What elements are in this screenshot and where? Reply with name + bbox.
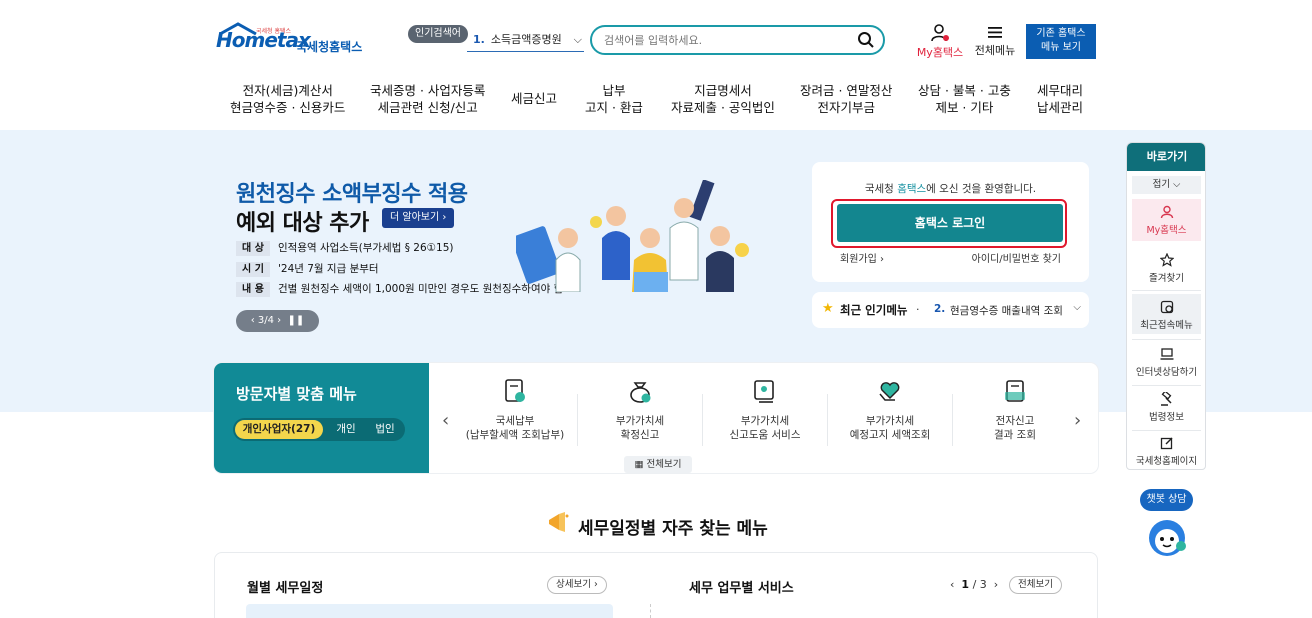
banner-row-content: 내 용 건별 원천징수 세액이 1,000원 미만인 경우도 원천징수하여야 함 [236, 281, 563, 297]
vat-heart-icon [879, 382, 900, 401]
business-view-all-button[interactable]: 전체보기 [1009, 576, 1062, 594]
search-box [590, 25, 885, 55]
chatbot-mascot-icon[interactable] [1145, 516, 1189, 558]
visitor-menu-title: 방문자별 맞춤 메뉴 [236, 385, 357, 403]
visitor-tabs: 개인사업자(27) 개인 법인 [233, 418, 405, 441]
all-menu-label: 전체메뉴 [974, 44, 1016, 57]
user-icon [1160, 205, 1173, 219]
visitor-item-efiling-result[interactable]: 전자신고 결과 조회 [953, 378, 1077, 442]
quick-internet-consult[interactable]: 인터넷상담하기 [1132, 347, 1201, 379]
visitor-item-vat-estimate[interactable]: 부가가치세 예정고지 세액조회 [828, 378, 952, 442]
quick-recent-menu[interactable]: 최근접속메뉴 [1132, 294, 1201, 334]
tax-payment-icon [505, 379, 525, 402]
quick-my-hometax[interactable]: My홈택스 [1132, 199, 1201, 241]
gnb-item-certificate[interactable]: 국세증명 · 사업자등록 세금관련 신청/신고 [370, 82, 485, 116]
popular-rank: 1. [473, 33, 485, 46]
my-hometax-link[interactable]: My홈택스 [914, 24, 966, 60]
visitor-menu-header: 방문자별 맞춤 메뉴 개인사업자(27) 개인 법인 [214, 363, 429, 473]
gnb-item-payment[interactable]: 납부 고지 · 환급 [585, 82, 643, 116]
business-service-pager[interactable]: ‹ 1 / 3 › [950, 578, 998, 591]
banner-page-indicator: 3/4 [257, 315, 274, 326]
vat-help-icon [754, 380, 774, 403]
header: 국세청 홈택스 Hometax 국세청홈택스 인기검색어 1. 소득금액증명원 ⌵… [0, 0, 1312, 130]
signup-link[interactable]: 회원가입 › [840, 250, 884, 265]
star-outline-icon [1159, 253, 1174, 267]
hot-menu-title: 최근 인기메뉴 [840, 303, 908, 317]
search-input[interactable] [604, 31, 844, 49]
global-nav: 전자(세금)계산서 현금영수증 · 신용카드 국세증명 · 사업자등록 세금관련 신… [0, 82, 1312, 118]
carousel-prev-arrow[interactable]: ‹ [442, 410, 449, 431]
business-service-title: 세무 업무별 서비스 [689, 581, 794, 596]
visitor-item-vat-help[interactable]: 부가가치세 신고도움 서비스 [703, 378, 827, 442]
hamburger-icon [988, 27, 1002, 38]
gavel-icon [1160, 392, 1172, 406]
gnb-item-consulting[interactable]: 상담 · 불복 · 고충 제보 · 기타 [918, 82, 1011, 116]
tab-corporation[interactable]: 법인 [367, 420, 403, 439]
banner-row-period: 시 기 '24년 7월 지급 분부터 [236, 261, 379, 277]
schedule-detail-button[interactable]: 상세보기 › [547, 576, 607, 594]
quick-links-bar: 바로가기 접기 ⌵ My홈택스 즐겨찾기 최근접속메뉴 인터넷상담하기 법령정보… [1126, 142, 1206, 470]
popular-search-badge: 인기검색어 [408, 25, 468, 43]
e-filing-icon [1005, 380, 1025, 402]
quick-links-title: 바로가기 [1127, 143, 1205, 171]
banner-more-button[interactable]: 더 알아보기 › [382, 208, 455, 228]
popular-term: 소득금액증명원 [490, 33, 562, 46]
hot-menu-rank: 2. [934, 303, 946, 315]
gnb-item-incentive[interactable]: 장려금 · 연말정산 전자기부금 [800, 82, 892, 116]
quick-favorites[interactable]: 즐겨찾기 [1132, 253, 1201, 285]
hot-menu-item[interactable]: 현금영수증 매출내역 조회 [950, 303, 1062, 318]
my-hometax-label: My홈택스 [916, 46, 964, 59]
login-button[interactable]: 홈택스 로그인 [837, 204, 1063, 242]
login-box: 국세청 홈택스에 오신 것을 환영합니다. 홈택스 로그인 회원가입 › 아이디… [812, 162, 1089, 282]
tab-individual-business[interactable]: 개인사업자(27) [235, 420, 323, 439]
find-id-password-link[interactable]: 아이디/비밀번호 찾기 [972, 250, 1061, 265]
calendar-strip [246, 604, 613, 618]
banner-title-line1: 원천징수 소액부징수 적용 [236, 182, 468, 207]
edit-icon [1160, 437, 1172, 450]
login-welcome-text: 국세청 홈택스에 오신 것을 환영합니다. [864, 183, 1037, 195]
visitor-item-tax-payment[interactable]: 국세납부 (납부할세액 조회납부) [453, 378, 577, 442]
user-icon [931, 24, 949, 42]
section-title-tax-schedule: 세무일정별 자주 찾는 메뉴 [578, 519, 768, 539]
quick-law-info[interactable]: 법령정보 [1132, 392, 1201, 424]
visitor-view-all-button[interactable]: ▦ 전체보기 [624, 456, 692, 473]
popular-search-select[interactable]: 1. 소득금액증명원 ⌵ [467, 30, 584, 52]
banner-people-illustration [516, 180, 749, 292]
laptop-icon [1160, 348, 1173, 360]
gnb-item-agent[interactable]: 세무대리 납세관리 [1037, 82, 1083, 116]
search-icon[interactable] [857, 31, 875, 49]
logo-kor-text: 국세청홈택스 [296, 40, 363, 54]
megaphone-icon [549, 512, 569, 532]
monthly-schedule-title: 월별 세무일정 [247, 581, 324, 596]
quick-fold-button[interactable]: 접기 ⌵ [1132, 176, 1201, 194]
gnb-item-tax-filing[interactable]: 세금신고 [511, 90, 557, 107]
legacy-line1: 기존 홈택스 [1036, 28, 1086, 39]
legacy-menu-button[interactable]: 기존 홈택스 메뉴 보기 [1026, 24, 1096, 59]
gnb-item-statements[interactable]: 지급명세서 자료제출 · 공익법인 [671, 82, 775, 116]
hot-menu-box[interactable]: ★ 최근 인기메뉴 . 2. 현금영수증 매출내역 조회 ⌵ [812, 292, 1089, 328]
star-icon: ★ [822, 301, 834, 316]
visitor-item-vat-final[interactable]: 부가가치세 확정신고 [578, 378, 702, 442]
hometax-logo[interactable]: 국세청 홈택스 Hometax 국세청홈택스 [216, 22, 366, 58]
all-menu-button[interactable]: 전체메뉴 [972, 24, 1018, 58]
chatbot-button[interactable]: 챗봇 상담 [1140, 489, 1193, 511]
gnb-item-invoice[interactable]: 전자(세금)계산서 현금영수증 · 신용카드 [230, 82, 345, 116]
legacy-line2: 메뉴 보기 [1041, 42, 1081, 53]
chevron-down-icon[interactable]: ⌵ [1073, 302, 1081, 313]
quick-nts-homepage[interactable]: 국세청홈페이지 [1132, 436, 1201, 468]
banner-title-line2: 예외 대상 추가 [236, 211, 369, 236]
tab-individual[interactable]: 개인 [329, 420, 363, 439]
banner-pager[interactable]: ‹ 3/4 › ❚❚ [236, 310, 319, 332]
vat-bag-icon [630, 382, 651, 403]
chevron-down-icon: ⌵ [573, 33, 582, 46]
recent-menu-icon [1160, 300, 1173, 314]
banner-row-target: 대 상 인적용역 사업소득(부가세법 § 26①15) [236, 240, 454, 256]
